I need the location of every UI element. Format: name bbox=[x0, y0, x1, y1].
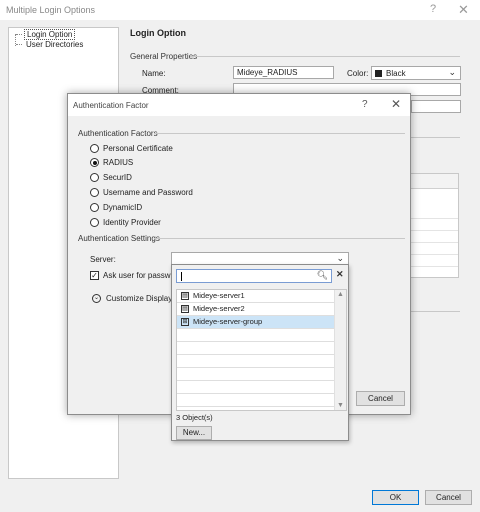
dialog-close-button[interactable]: ✕ bbox=[391, 97, 401, 111]
chevron-down-icon: ⌄ bbox=[448, 67, 456, 77]
list-item[interactable]: ▤ Mideye-server1 bbox=[177, 290, 334, 303]
radio-securid[interactable] bbox=[90, 173, 99, 182]
divider bbox=[411, 137, 460, 138]
list-item-empty bbox=[177, 381, 334, 394]
tree-item-user-directories[interactable]: User Directories bbox=[24, 40, 85, 49]
new-server-button[interactable]: New... bbox=[176, 426, 212, 440]
list-item-empty bbox=[177, 355, 334, 368]
outer-help-button[interactable]: ? bbox=[430, 3, 436, 15]
radio-personal-certificate[interactable] bbox=[90, 144, 99, 153]
outer-close-button[interactable]: ✕ bbox=[458, 2, 469, 18]
ok-button[interactable]: OK bbox=[372, 490, 419, 505]
page-title: Login Option bbox=[130, 28, 186, 38]
clear-search-icon[interactable]: ✕ bbox=[336, 269, 344, 280]
vertical-scrollbar[interactable]: ▲ ▼ bbox=[334, 290, 346, 410]
authentication-factors-label: Authentication Factors bbox=[78, 129, 158, 138]
expand-chevron-icon[interactable]: ⌄ bbox=[92, 294, 101, 303]
outer-window-title: Multiple Login Options bbox=[6, 5, 96, 15]
color-select[interactable]: Black ⌄ bbox=[371, 66, 461, 80]
object-count: 3 Object(s) bbox=[176, 413, 213, 422]
name-field[interactable]: Mideye_RADIUS bbox=[233, 66, 334, 79]
text-cursor bbox=[181, 272, 182, 281]
list-item-selected[interactable]: ⊞ Mideye-server-group bbox=[177, 316, 334, 329]
list-item-label: Mideye-server-group bbox=[193, 317, 263, 326]
dialog-title: Authentication Factor bbox=[73, 101, 149, 110]
authentication-settings-label: Authentication Settings bbox=[78, 234, 160, 243]
list-item-label: Mideye-server2 bbox=[193, 304, 245, 313]
server-list: ▤ Mideye-server1 ▤ Mideye-server2 ⊞ Mide… bbox=[176, 289, 347, 411]
color-value: Black bbox=[386, 69, 406, 78]
radio-identity-provider[interactable] bbox=[90, 218, 99, 227]
server-icon: ▤ bbox=[181, 292, 189, 300]
tree-item-login-option[interactable]: Login Option bbox=[24, 29, 76, 40]
customize-display-label[interactable]: Customize Display bbox=[106, 294, 172, 303]
list-item-empty bbox=[177, 368, 334, 381]
option-label: Personal Certificate bbox=[103, 144, 173, 153]
option-label: RADIUS bbox=[103, 158, 134, 167]
server-dropdown: 🔍︎ ✕ ▤ Mideye-server1 ▤ Mideye-server2 ⊞… bbox=[171, 264, 349, 441]
search-icon[interactable]: 🔍︎ bbox=[317, 270, 328, 281]
dialog-help-button[interactable]: ? bbox=[362, 99, 368, 110]
radio-radius[interactable] bbox=[90, 158, 99, 167]
list-item-empty bbox=[177, 394, 334, 407]
outer-cancel-button[interactable]: Cancel bbox=[425, 490, 472, 505]
list-item-empty bbox=[177, 342, 334, 355]
outer-title-bar: Multiple Login Options ? ✕ bbox=[0, 0, 480, 20]
radio-dynamicid[interactable] bbox=[90, 203, 99, 212]
divider bbox=[154, 238, 405, 239]
option-label: DynamicID bbox=[103, 203, 143, 212]
server-label: Server: bbox=[90, 255, 116, 264]
server-icon: ▤ bbox=[181, 305, 189, 313]
divider bbox=[411, 311, 460, 312]
ask-user-checkbox[interactable]: ✓ bbox=[90, 271, 99, 280]
list-item-empty bbox=[177, 329, 334, 342]
option-label: Username and Password bbox=[103, 188, 193, 197]
radio-username-password[interactable] bbox=[90, 188, 99, 197]
list-item[interactable]: ▤ Mideye-server2 bbox=[177, 303, 334, 316]
color-label: Color: bbox=[347, 69, 369, 78]
divider bbox=[190, 56, 460, 57]
dialog-cancel-button[interactable]: Cancel bbox=[356, 391, 405, 406]
option-label: SecurID bbox=[103, 173, 132, 182]
scroll-up-icon[interactable]: ▲ bbox=[337, 291, 344, 298]
tree-connector bbox=[16, 44, 22, 45]
scroll-down-icon[interactable]: ▼ bbox=[337, 402, 344, 409]
color-swatch bbox=[375, 70, 382, 77]
field-partial[interactable] bbox=[411, 100, 461, 113]
divider bbox=[154, 133, 405, 134]
tree-connector bbox=[16, 34, 22, 35]
server-search-input[interactable]: 🔍︎ bbox=[176, 269, 332, 283]
list-item-label: Mideye-server1 bbox=[193, 291, 245, 300]
general-properties-label: General Properties bbox=[130, 52, 198, 61]
chevron-down-icon: ⌄ bbox=[336, 253, 344, 263]
option-label: Identity Provider bbox=[103, 218, 161, 227]
dialog-title-bar: Authentication Factor ? ✕ bbox=[68, 94, 410, 116]
name-label: Name: bbox=[142, 69, 166, 78]
server-group-icon: ⊞ bbox=[181, 318, 189, 326]
